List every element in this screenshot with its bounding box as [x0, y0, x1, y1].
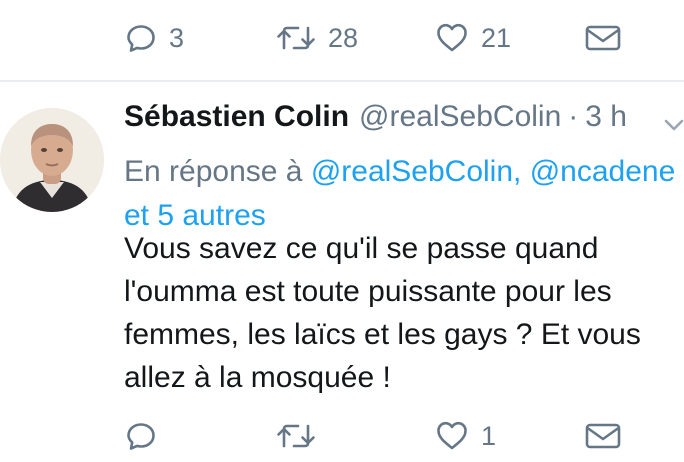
- timestamp[interactable]: 3 h: [585, 100, 627, 134]
- author-name[interactable]: Sébastien Colin: [124, 100, 349, 134]
- reply-icon: [127, 423, 155, 450]
- retweet-icon: [277, 26, 315, 50]
- reply-button[interactable]: 3: [125, 18, 184, 58]
- like-count: 1: [481, 420, 497, 451]
- tweet-text: Vous savez ce qu'il se passe quand l'oum…: [124, 232, 641, 394]
- reply-icon: [127, 25, 155, 52]
- retweet-button[interactable]: 28: [276, 18, 358, 58]
- tweet: Sébastien Colin @realSebColin · 3 h En r…: [0, 82, 684, 462]
- direct-message-button[interactable]: [584, 18, 622, 58]
- reply-count: 3: [169, 22, 185, 53]
- like-icon: [437, 24, 467, 52]
- like-icon: [437, 422, 467, 450]
- reply-context: En réponse à @realSebColin, @ncadene et …: [124, 150, 684, 238]
- direct-message-icon: [585, 25, 621, 51]
- avatar[interactable]: [0, 108, 104, 212]
- avatar-photo: [0, 108, 104, 212]
- reply-button[interactable]: [125, 416, 157, 456]
- reply-mentions-link[interactable]: @realSebColin, @ncadene: [311, 155, 675, 188]
- author-handle[interactable]: @realSebColin: [359, 100, 561, 134]
- like-button[interactable]: 1: [435, 416, 496, 456]
- direct-message-button[interactable]: [584, 416, 622, 456]
- retweet-icon: [277, 424, 315, 448]
- retweet-count: 28: [328, 22, 359, 53]
- previous-tweet-actions: 3 28 21: [0, 0, 684, 82]
- retweet-button[interactable]: [276, 416, 316, 456]
- separator: ·: [568, 100, 579, 133]
- like-count: 21: [481, 22, 512, 53]
- tweet-menu-button[interactable]: [664, 118, 684, 132]
- tweet-actions: 1: [0, 412, 684, 460]
- reply-prefix: En réponse à: [124, 155, 303, 188]
- tweet-header: Sébastien Colin @realSebColin · 3 h: [124, 100, 627, 140]
- chevron-down-icon: [664, 119, 684, 131]
- direct-message-icon: [585, 423, 621, 449]
- like-button[interactable]: 21: [435, 18, 511, 58]
